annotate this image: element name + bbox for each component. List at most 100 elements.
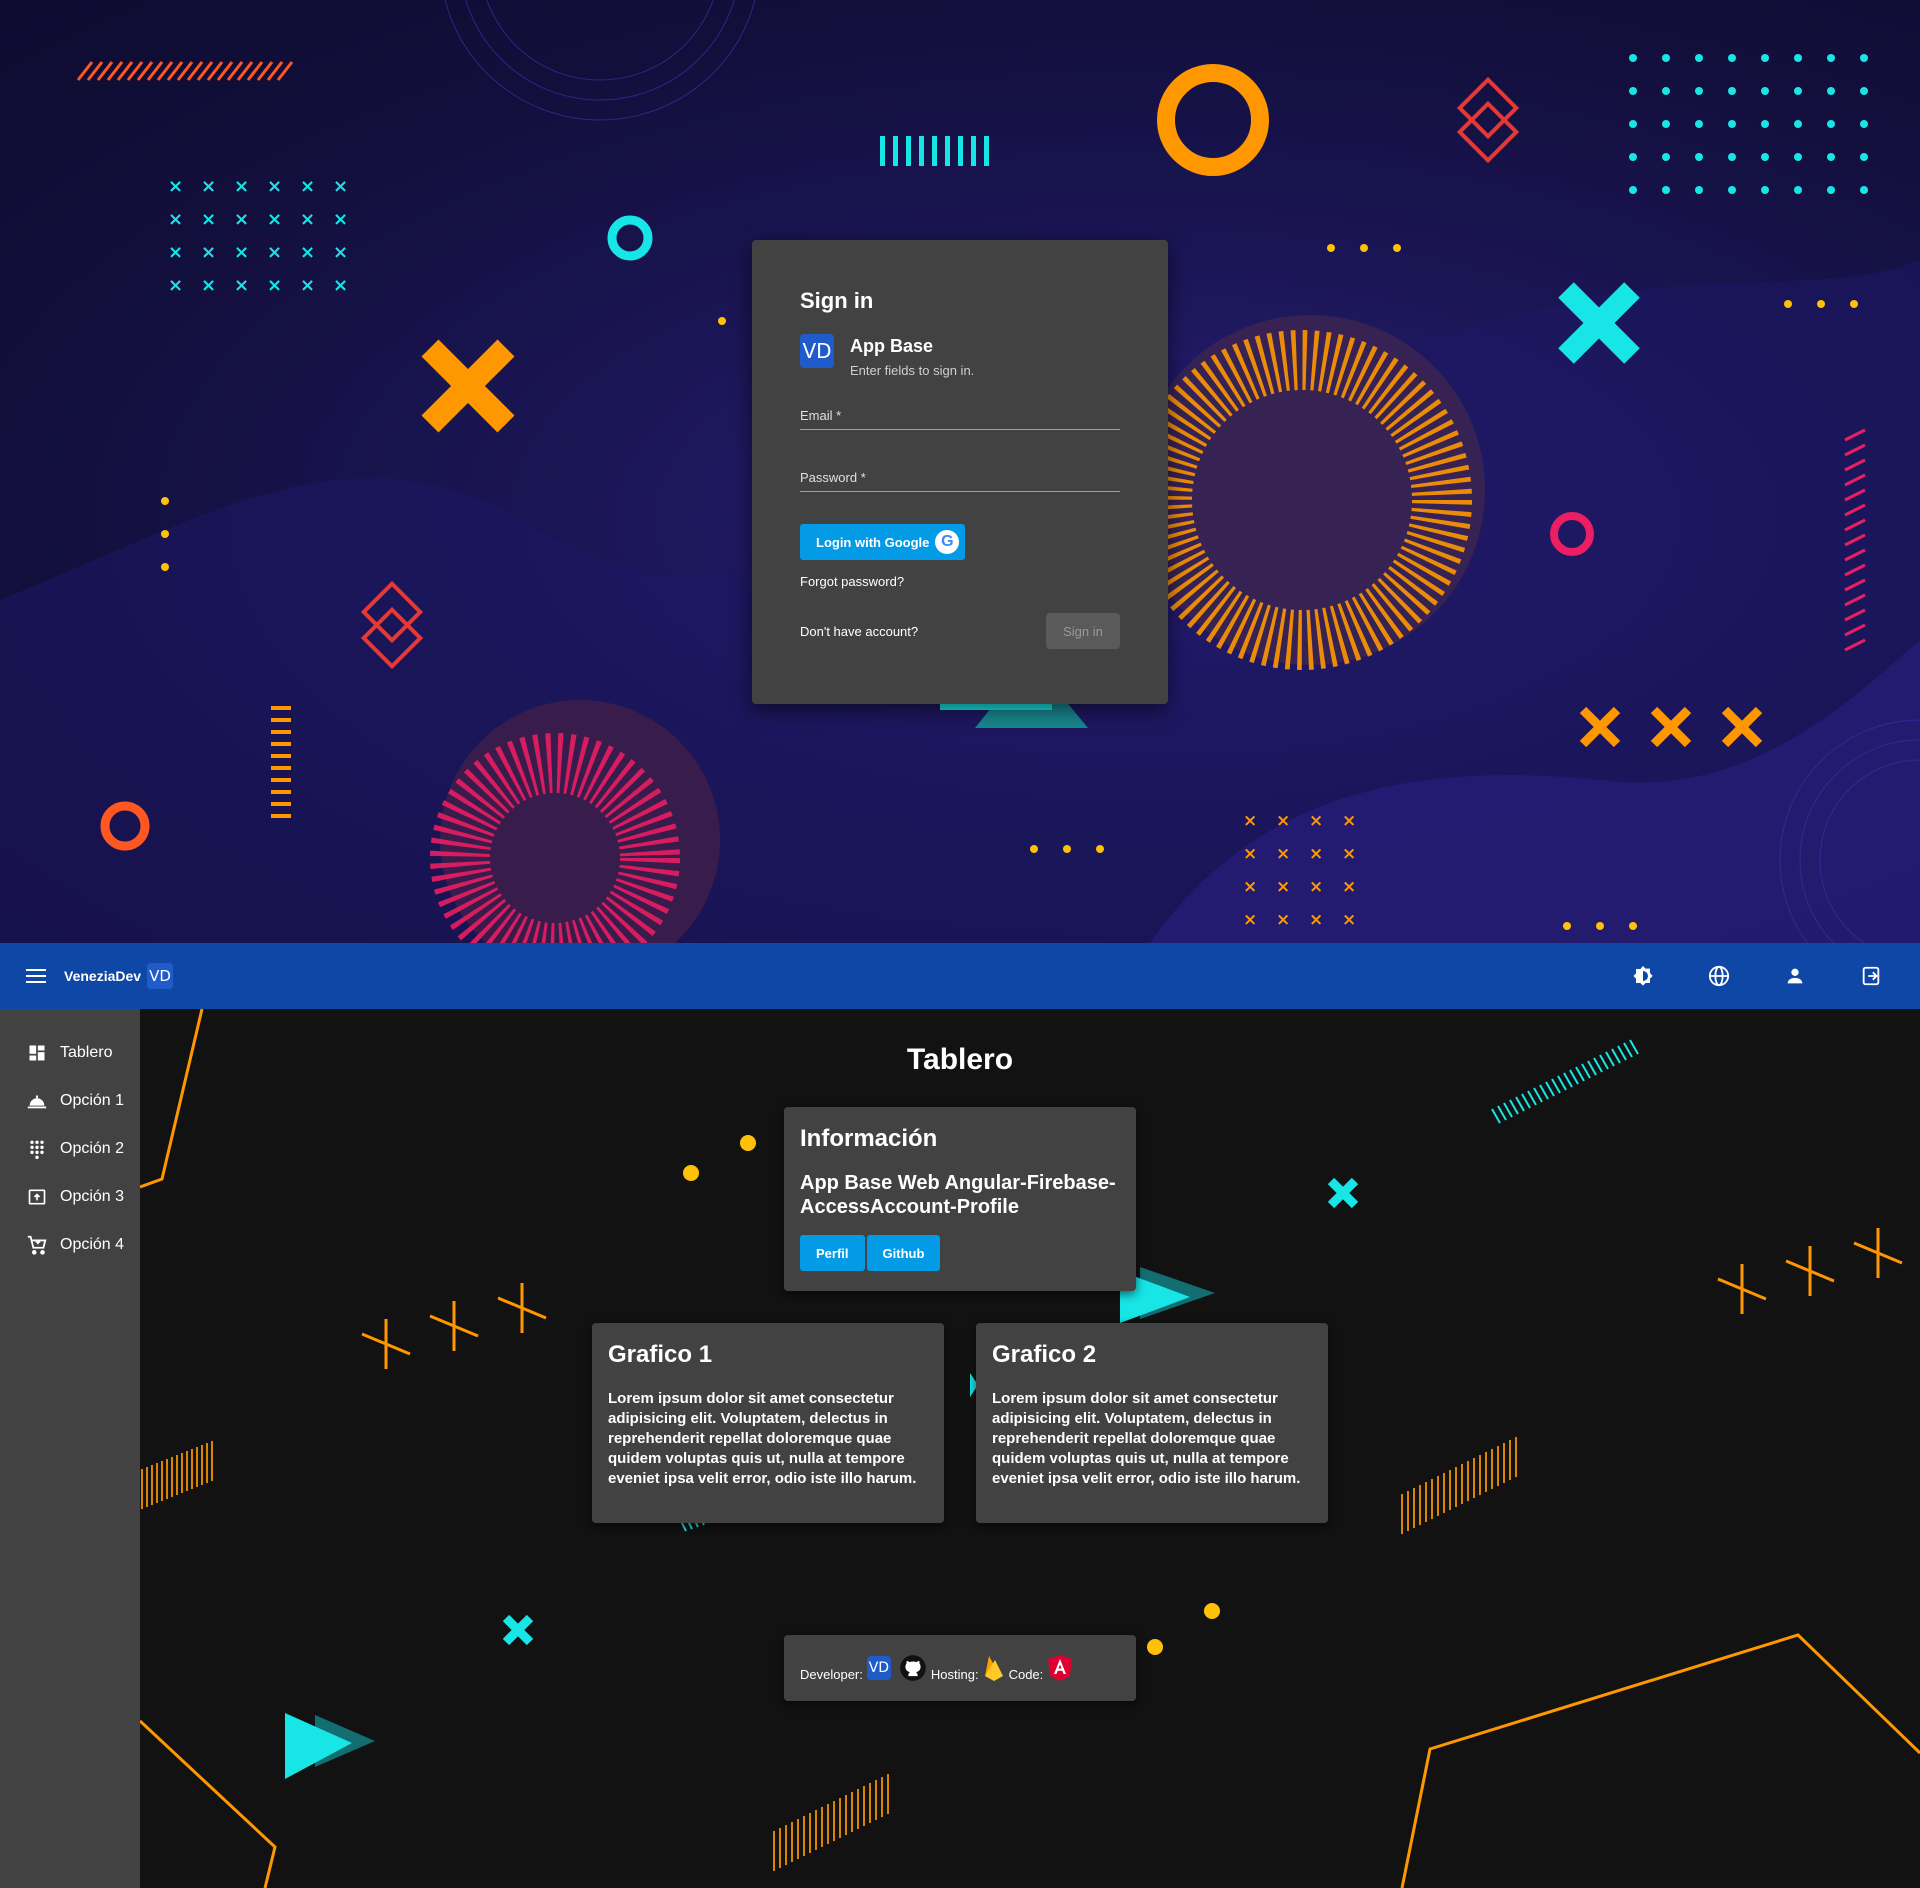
login-title: Sign in [800, 288, 874, 313]
svg-text:×: × [267, 176, 282, 197]
svg-text:×: × [1342, 811, 1356, 831]
svg-text:×: × [300, 209, 315, 230]
info-subheading: App Base Web Angular-Firebase-AccessAcco… [800, 1172, 1116, 1218]
no-account-link[interactable]: Don't have account? [800, 624, 918, 639]
svg-text:×: × [201, 242, 216, 263]
svg-text:×: × [333, 242, 348, 263]
vd-logo-text: VD [149, 967, 171, 985]
google-login-label: Login with Google [816, 534, 930, 550]
sidebar-item-label: Opción 2 [60, 1140, 125, 1157]
sidebar-item-tablero[interactable]: Tablero [0, 1029, 140, 1077]
login-bottom-row: Don't have account? Sign in [800, 613, 1120, 649]
svg-text:×: × [201, 176, 216, 197]
svg-text:×: × [1309, 811, 1323, 831]
svg-text:×: × [1243, 811, 1257, 831]
svg-text:×: × [234, 176, 249, 197]
svg-text:×: × [1243, 910, 1257, 930]
svg-text:×: × [234, 242, 249, 263]
vd-logo-icon: VD [800, 334, 834, 368]
svg-text:×: × [267, 275, 282, 296]
top-toolbar: VeneziaDev VD [0, 943, 1920, 1009]
brand-name: VeneziaDev [64, 968, 142, 984]
sidebar-item-label: Opción 1 [60, 1092, 125, 1109]
sidebar-item-opcion-2[interactable]: Opción 2 [0, 1125, 140, 1173]
google-login-button[interactable]: Login with Google G [800, 524, 966, 560]
svg-text:×: × [1309, 877, 1323, 897]
room-service-icon [26, 1090, 48, 1112]
sidebar-item-label: Opción 3 [60, 1188, 125, 1205]
dialpad-icon [26, 1138, 48, 1160]
upload-box-icon [26, 1186, 48, 1208]
github-icon[interactable] [899, 1654, 927, 1682]
language-icon[interactable] [1706, 963, 1732, 989]
chart-card-heading: Grafico 2 [992, 1341, 1097, 1368]
sidebar-item-label: Tablero [60, 1044, 113, 1061]
svg-text:×: × [168, 275, 183, 296]
info-heading: Información [800, 1125, 938, 1152]
svg-text:×: × [333, 176, 348, 197]
svg-text:×: × [333, 209, 348, 230]
svg-text:×: × [300, 275, 315, 296]
chart-card-text: Lorem ipsum dolor sit amet consectetur a… [992, 1390, 1301, 1487]
svg-text:×: × [168, 176, 183, 197]
chart-card-1: Grafico 1 Lorem ipsum dolor sit amet con… [592, 1323, 944, 1523]
sidebar-item-opcion-4[interactable]: Opción 4 [0, 1221, 140, 1269]
chart-card-2: Grafico 2 Lorem ipsum dolor sit amet con… [976, 1323, 1328, 1523]
svg-text:×: × [300, 242, 315, 263]
vd-logo-text: VD [802, 339, 832, 363]
info-buttons: Perfil Github [800, 1235, 1120, 1271]
svg-text:×: × [1276, 877, 1290, 897]
footer-card: Developer: VD Hosting: Code: [784, 1635, 1136, 1701]
vd-logo-icon[interactable]: VD [866, 1656, 891, 1680]
svg-text:×: × [1342, 877, 1356, 897]
svg-text:×: × [1342, 844, 1356, 864]
menu-icon[interactable] [26, 965, 46, 987]
dashboard-icon [26, 1042, 48, 1064]
hosting-label: Hosting: [930, 1666, 979, 1682]
app-header: VD App Base Enter fields to sign in. [800, 334, 1120, 378]
github-button[interactable]: Github [866, 1235, 941, 1271]
svg-text:×: × [234, 209, 249, 230]
login-screen: × × × × × × × × × × × × × × × × × × × × × × × × [0, 0, 1920, 943]
svg-text:×: × [168, 242, 183, 263]
svg-text:×: × [1309, 910, 1323, 930]
vd-logo-icon: VD [147, 963, 174, 989]
firebase-icon[interactable] [983, 1654, 1005, 1682]
password-label: Password * [800, 470, 866, 485]
svg-text:×: × [234, 275, 249, 296]
svg-text:×: × [333, 275, 348, 296]
vd-logo-text: VD [868, 1660, 890, 1676]
svg-text:×: × [1276, 811, 1290, 831]
brightness-icon[interactable] [1630, 963, 1656, 989]
svg-text:×: × [1342, 910, 1356, 930]
email-field[interactable]: Email * [800, 408, 1120, 430]
account-icon[interactable] [1782, 963, 1808, 989]
svg-text:×: × [201, 209, 216, 230]
login-card: Sign in VD App Base Enter fields to sign… [752, 240, 1168, 704]
chart-card-heading: Grafico 1 [608, 1341, 713, 1368]
chart-card-text: Lorem ipsum dolor sit amet consectetur a… [608, 1390, 917, 1487]
code-label: Code: [1008, 1666, 1044, 1682]
svg-text:×: × [267, 242, 282, 263]
app-name: App Base [850, 336, 934, 356]
logout-icon[interactable] [1858, 963, 1884, 989]
app-subtitle: Enter fields to sign in. [850, 363, 975, 378]
sidenav: Tablero Opción 1 Opción 2 Opción 3 Opció… [0, 1009, 140, 1888]
svg-text:×: × [1309, 844, 1323, 864]
page-title: Tablero [906, 1043, 1014, 1076]
password-field[interactable]: Password * [800, 470, 1120, 492]
sidebar-item-opcion-1[interactable]: Opción 1 [0, 1077, 140, 1125]
perfil-button[interactable]: Perfil [800, 1235, 865, 1271]
cart-icon [26, 1234, 48, 1256]
sidebar-item-label: Opción 4 [60, 1236, 125, 1253]
svg-text:×: × [1243, 877, 1257, 897]
main-content: Tablero Información App Base Web Angular… [140, 1009, 1920, 1888]
email-label: Email * [800, 408, 842, 423]
svg-text:×: × [267, 209, 282, 230]
angular-icon[interactable] [1047, 1654, 1073, 1682]
info-card: Información App Base Web Angular-Firebas… [784, 1107, 1136, 1291]
svg-text:×: × [201, 275, 216, 296]
forgot-password-link[interactable]: Forgot password? [800, 574, 1120, 589]
signin-button[interactable]: Sign in [1046, 613, 1120, 649]
sidebar-item-opcion-3[interactable]: Opción 3 [0, 1173, 140, 1221]
